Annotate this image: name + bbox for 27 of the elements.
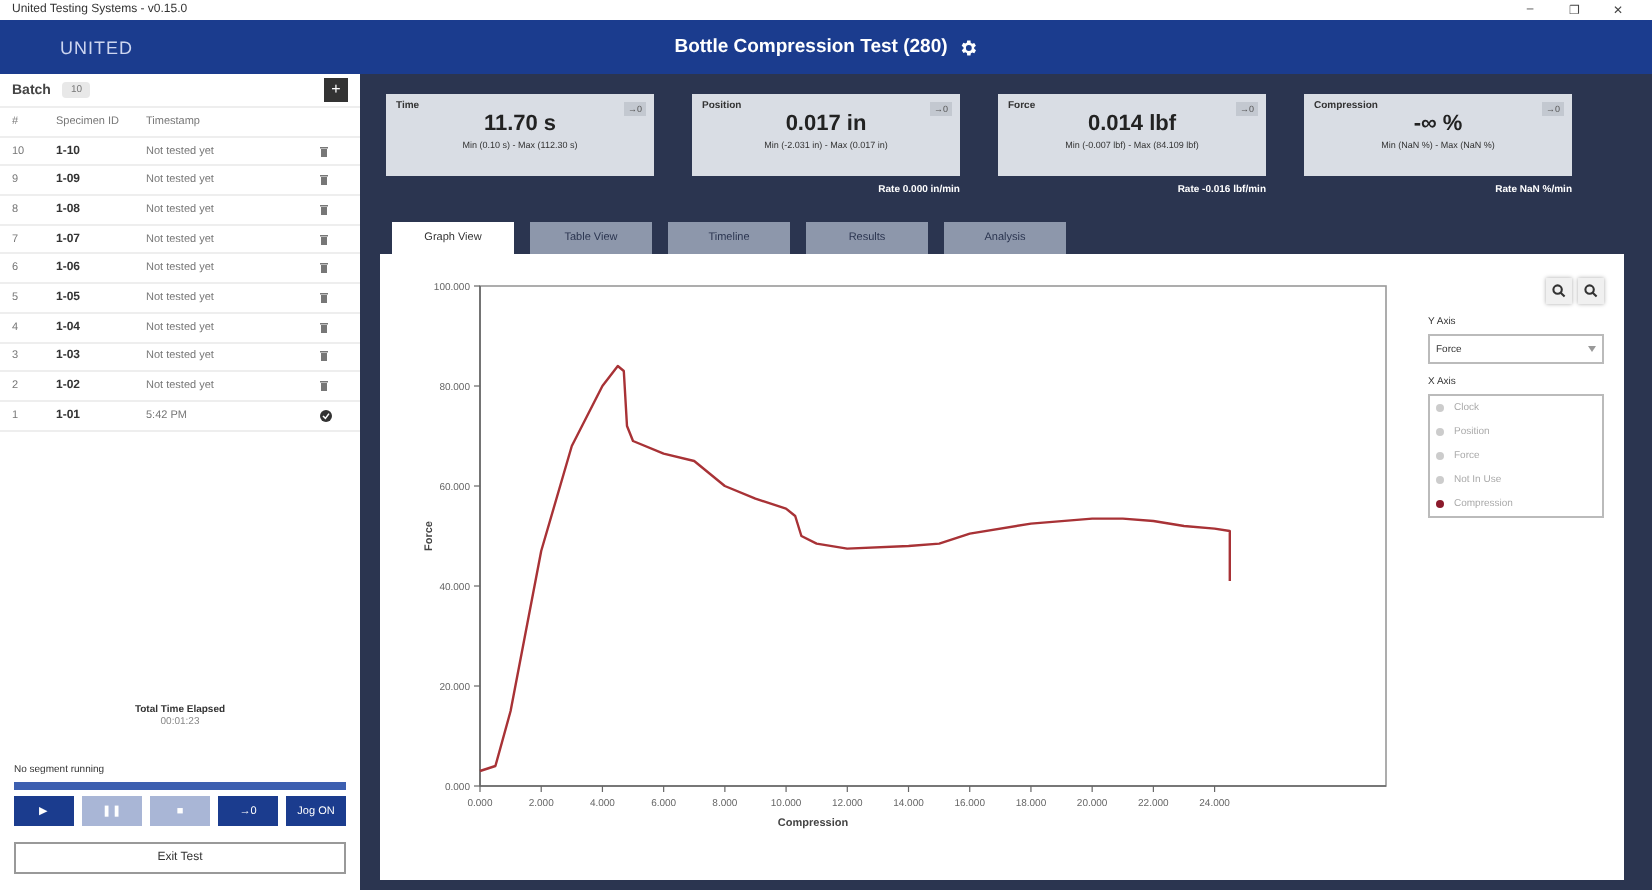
trash-icon[interactable] (320, 291, 328, 304)
radio-dot[interactable] (1436, 476, 1444, 484)
readout-value: 0.017 in (785, 112, 867, 136)
radio-dot[interactable] (1436, 404, 1444, 412)
trash-icon[interactable] (320, 233, 328, 246)
logo: UNITED (60, 37, 133, 57)
trash-icon[interactable] (320, 321, 328, 334)
radio-dot[interactable] (1436, 428, 1444, 436)
trash-icon[interactable] (320, 350, 328, 363)
trash-icon[interactable] (320, 380, 328, 393)
trash-icon[interactable] (320, 262, 328, 275)
settings-icon[interactable] (957, 37, 978, 57)
zoom-out-button[interactable] (1578, 278, 1604, 304)
add-button[interactable]: + (324, 78, 348, 102)
zoom-in-button[interactable] (1546, 278, 1572, 304)
readout-value: 0.014 lbf (1087, 112, 1177, 136)
radio-dot[interactable] (1436, 500, 1444, 508)
magnifier-icon (1552, 284, 1566, 298)
caret-icon (1588, 346, 1596, 352)
readout-value: -∞ % (1413, 112, 1463, 136)
test-title: Bottle Compression Test (280) (674, 36, 948, 58)
trash-icon[interactable] (320, 174, 328, 187)
radio-dot[interactable] (1436, 452, 1444, 460)
trash-icon[interactable] (320, 145, 328, 158)
trash-icon[interactable] (320, 203, 328, 216)
magnifier-icon (1584, 284, 1598, 298)
readout-value: 11.70 s (483, 112, 557, 136)
